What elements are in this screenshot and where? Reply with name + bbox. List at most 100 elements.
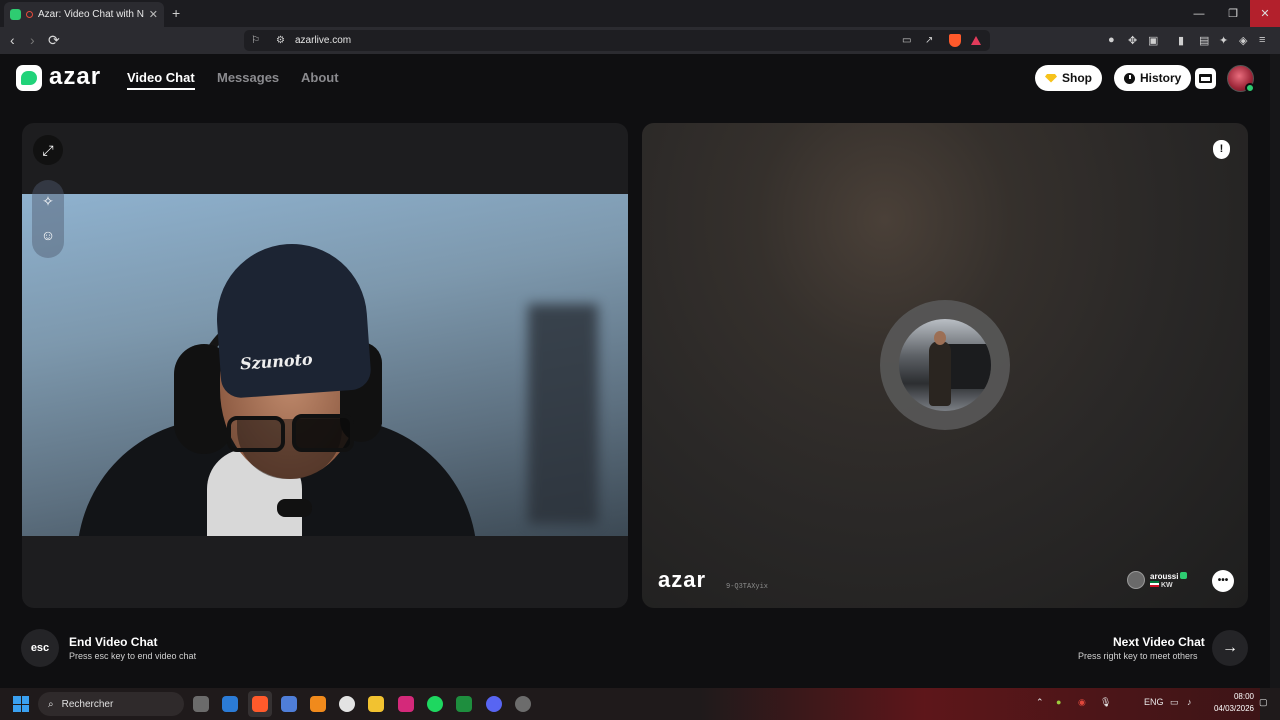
tab-title: Azar: Video Chat with New Pe [38,9,144,20]
windows-start-icon[interactable] [13,696,29,712]
brave-shield-icon[interactable] [949,34,961,47]
wallet-icon[interactable]: ▣ [1148,34,1158,47]
clock-icon [1124,72,1135,84]
next-chat-title: Next Video Chat [1113,635,1205,649]
shop-label: Shop [1062,71,1092,85]
page-scrollbar[interactable] [1270,54,1280,688]
expand-icon[interactable]: ⤢ [33,135,63,165]
report-icon[interactable]: ! [1213,140,1230,159]
gem-icon [1045,73,1057,83]
azar-watermark: azar [658,567,707,592]
chat-bubble-icon: ••• [1217,575,1229,586]
volume-icon[interactable]: ♪ [1187,697,1192,707]
chrome-icon[interactable] [339,696,355,712]
shop-button[interactable]: Shop [1035,65,1102,91]
address-bar-row: ‹ › ⟳ ⚐ ⚙ azarlive.com ▭ ↗ ● ✥ ▣ ▮ ▤ ✦ ◈… [0,27,1280,54]
task-view-icon[interactable] [193,696,209,712]
instagram-icon[interactable] [398,696,414,712]
language-indicator[interactable]: ENG [1144,697,1164,707]
extensions-puzzle-icon[interactable]: ✥ [1128,34,1137,47]
tray-app-icon[interactable]: ● [1056,697,1061,707]
brave-browser-icon[interactable] [252,696,268,712]
magic-wand-icon[interactable]: ✧ [33,186,63,216]
discord-icon[interactable] [486,696,502,712]
vlc-icon[interactable] [310,696,326,712]
windows-taskbar: ⌕ Rechercher ⌃ ● ◉ 🎙 ENG ▭ ♪ 08:00 04/03… [0,688,1280,720]
tray-security-icon[interactable]: ◉ [1078,697,1086,708]
time: 08:00 [1233,692,1254,701]
azar-app: azar Video Chat Messages About Shop Hist… [0,54,1270,688]
url-text: azarlive.com [295,35,352,46]
peer-avatar-ring [880,300,1010,430]
search-icon: ⌕ [48,698,54,710]
vpn-icon[interactable]: ◈ [1239,34,1247,47]
leo-ai-icon[interactable]: ✦ [1219,34,1228,47]
file-explorer-icon[interactable] [368,696,384,712]
next-chat-button[interactable]: → [1212,630,1248,666]
close-window-button[interactable]: ✕ [1250,0,1280,27]
history-button[interactable]: History [1114,65,1192,91]
new-tab-button[interactable]: + [172,5,180,21]
minimize-button[interactable]: — [1182,0,1216,27]
tab-search-icon[interactable]: ▤ [1199,34,1209,47]
app-icon[interactable] [515,696,531,712]
menu-icon[interactable]: ≡ [1259,34,1265,46]
microphone-icon[interactable]: 🎙 [1100,697,1111,708]
forward-icon[interactable]: › [30,32,35,48]
extension-icon[interactable]: ● [1108,34,1115,46]
peer-profile-photo [899,319,991,411]
back-icon[interactable]: ‹ [10,32,15,48]
restore-button[interactable]: ❐ [1216,0,1250,27]
end-chat-title: End Video Chat [69,635,158,649]
verified-icon [1180,571,1188,579]
self-video-panel: Szunoto ⤢ ✧ ☺ [22,123,628,608]
session-id: 9-Q3TAXyix [726,583,769,591]
peer-info[interactable]: aroussi KW [1127,571,1188,589]
brave-rewards-icon[interactable] [971,36,981,45]
spotify-icon[interactable] [427,696,443,712]
defender-icon[interactable] [222,696,238,712]
next-chat-hint: Press right key to meet others [1078,651,1198,661]
bookmark-icon[interactable]: ⚐ [251,35,260,46]
end-chat-button[interactable]: esc [21,629,59,667]
site-settings-icon[interactable]: ⚙ [276,35,285,46]
notifications-icon[interactable]: ▢ [1259,697,1268,708]
chat-button[interactable]: ••• [1212,570,1234,592]
self-camera-feed: Szunoto [22,194,628,536]
url-field[interactable]: ⚐ ⚙ azarlive.com ▭ ↗ [244,30,990,51]
peer-country: KW [1161,581,1173,589]
azar-favicon-icon [10,9,21,20]
history-label: History [1140,71,1182,85]
network-icon[interactable]: ▭ [1170,697,1179,708]
peer-name: aroussi [1150,571,1179,581]
play-icon[interactable] [456,696,472,712]
nav-about[interactable]: About [301,70,339,85]
share-icon[interactable]: ↗ [925,35,933,46]
nav-active-underline [127,88,195,90]
taskbar-search[interactable]: ⌕ Rechercher [38,692,184,716]
browser-tab[interactable]: Azar: Video Chat with New Pe ✕ [4,2,164,27]
nav-video-chat[interactable]: Video Chat [127,70,195,85]
date: 04/03/2026 [1213,704,1254,713]
store-icon[interactable] [281,696,297,712]
tray-expand-icon[interactable]: ⌃ [1036,697,1044,708]
recording-icon [26,11,33,18]
face-filter-icon[interactable]: ☺ [33,220,63,250]
avatar[interactable] [1227,65,1255,93]
reload-icon[interactable]: ⟳ [48,32,60,49]
nav-messages[interactable]: Messages [217,70,279,85]
cast-icon[interactable]: ▭ [902,35,911,46]
azar-logo-icon[interactable] [16,65,42,91]
logo-text[interactable]: azar [49,63,101,91]
online-status-icon [1245,83,1255,93]
effects-toolbar: ✧ ☺ [32,180,64,258]
peer-small-avatar [1127,571,1145,589]
taskbar-clock[interactable]: 08:00 04/03/2026 [1208,691,1254,715]
inbox-icon[interactable] [1195,68,1216,89]
end-chat-hint: Press esc key to end video chat [69,651,197,661]
sidebar-icon[interactable]: ▮ [1178,34,1184,47]
search-placeholder: Rechercher [61,698,114,710]
tab-close-icon[interactable]: ✕ [149,8,158,21]
browser-tab-bar: Azar: Video Chat with New Pe ✕ + — ❐ ✕ [0,0,1280,27]
peer-video-panel: ! azar 9-Q3TAXyix aroussi KW ••• [642,123,1248,608]
